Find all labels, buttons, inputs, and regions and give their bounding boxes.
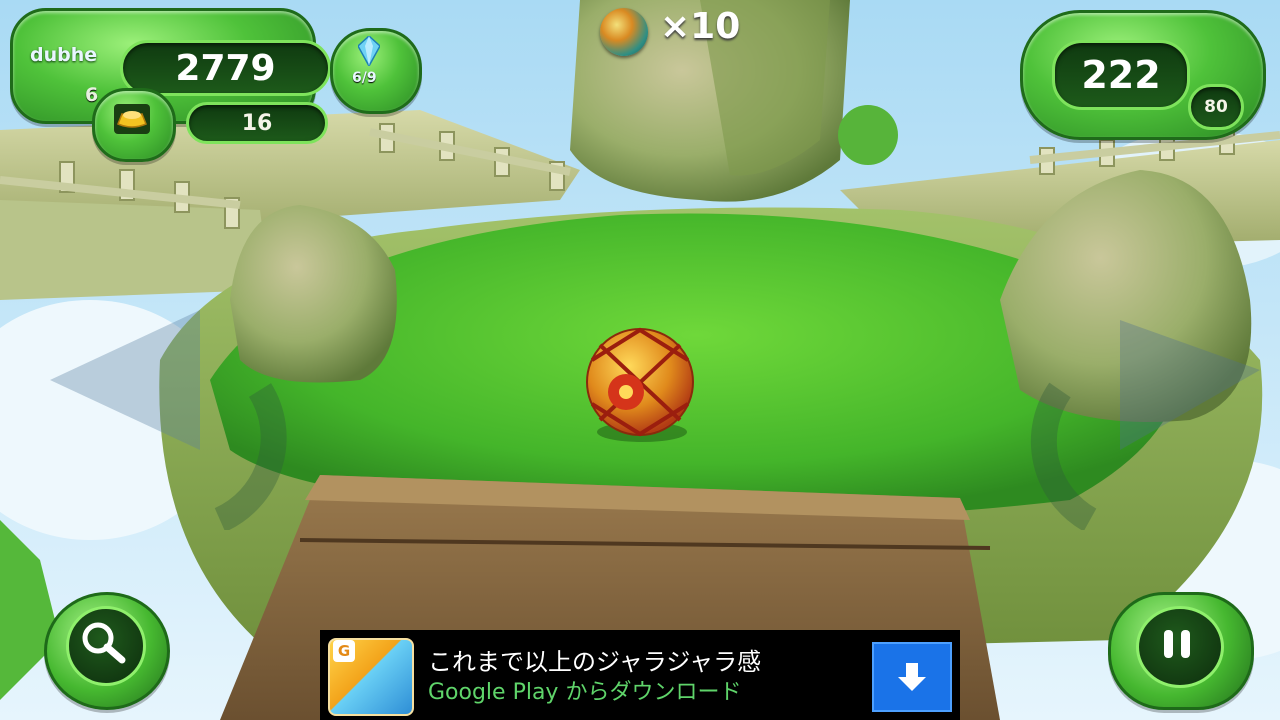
bonus-display: 80 [1188,84,1244,130]
coin-count: 16 [241,110,273,136]
ad-app-badge: G [333,640,355,662]
right-arrow-control[interactable] [1000,310,1260,530]
score-display: 2779 [120,40,331,96]
coin-display: 16 [186,102,328,144]
balls-remaining: ×10 [660,6,741,47]
bonus-value: 80 [1204,97,1228,117]
gold-ingot-icon [114,104,150,134]
player-level: 6 [85,84,99,106]
pause-button-inner[interactable] [1136,606,1224,688]
ad-title[interactable]: これまで以上のジャラジャラ感 [428,642,761,677]
pause-icon [1164,630,1190,658]
download-arrow-icon [898,663,926,691]
ad-subtitle[interactable]: Google Play からダウンロード [428,674,741,706]
timer-value: 222 [1081,53,1161,97]
player-name: dubhe [30,44,98,66]
gem-count: 6/9 [352,70,377,86]
left-arrow-control[interactable] [50,300,290,530]
timer-display: 222 [1052,40,1190,110]
ad-download-button[interactable] [872,642,952,712]
crystal-gem-icon [358,36,380,66]
search-button-inner[interactable] [66,606,146,686]
score-value: 2779 [175,47,276,89]
temari-ball-icon [600,8,648,56]
magnifier-icon [82,622,126,664]
